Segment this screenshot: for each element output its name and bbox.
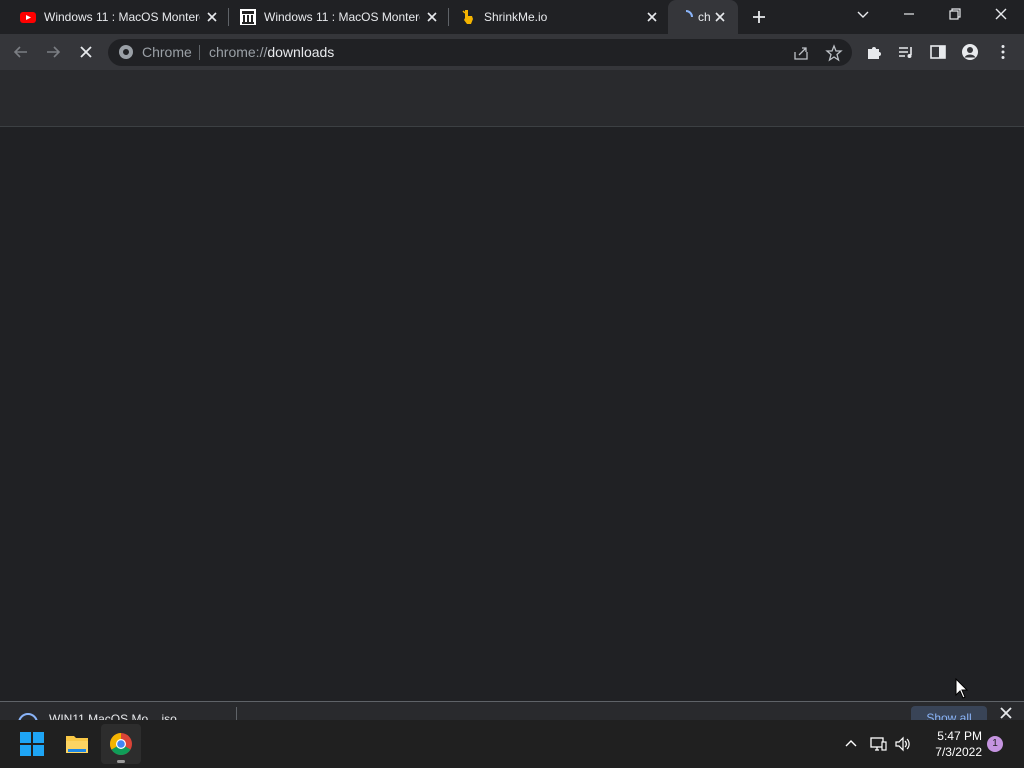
shelf-divider	[236, 707, 237, 720]
windows-taskbar: 5:47 PM 7/3/2022	[0, 720, 1024, 768]
side-panel-icon[interactable]	[929, 43, 947, 61]
pointer-hand-icon	[462, 10, 473, 24]
file-explorer-icon	[66, 736, 88, 753]
tab-title: ShrinkMe.io	[484, 10, 548, 24]
start-button[interactable]	[12, 724, 52, 764]
download-progress-icon	[18, 713, 38, 720]
downloads-shelf: WIN11.MacOS.Mo....iso Show all	[0, 701, 1024, 720]
omnibox-chip-label: Chrome	[142, 44, 192, 60]
url-scheme: chrome://	[209, 44, 268, 60]
restore-icon[interactable]	[946, 5, 964, 23]
profile-avatar-icon[interactable]	[961, 43, 979, 61]
tab-title: chrome://downloads	[698, 10, 710, 24]
tab-title: Windows 11 : MacOS Monterey	[264, 10, 420, 24]
kebab-menu-icon[interactable]	[994, 43, 1012, 61]
close-window-icon[interactable]	[992, 5, 1010, 23]
downloads-page-header	[0, 70, 1024, 127]
downloads-page-body	[0, 127, 1024, 701]
chevron-up-icon[interactable]	[842, 735, 860, 753]
loading-spinner-icon	[685, 10, 693, 18]
show-all-button[interactable]: Show all	[911, 706, 987, 720]
forward-icon[interactable]	[44, 43, 62, 61]
stop-loading-icon[interactable]	[77, 43, 95, 61]
start-icon	[20, 732, 44, 756]
tab-strip: Windows 11 : MacOS Monterey Windows 11 :…	[0, 0, 1024, 34]
new-tab-button[interactable]	[750, 8, 768, 26]
clock-time: 5:47 PM	[937, 729, 982, 743]
system-clock[interactable]: 5:47 PM 7/3/2022	[922, 728, 982, 760]
address-bar[interactable]: Chrome chrome://downloads	[108, 39, 852, 66]
bookmark-star-icon[interactable]	[825, 44, 843, 62]
network-icon[interactable]	[869, 735, 887, 753]
clock-date: 7/3/2022	[935, 745, 982, 759]
close-tab-icon[interactable]	[204, 9, 220, 25]
tab-search-chevron-icon[interactable]	[854, 5, 872, 23]
tab-archive[interactable]: Windows 11 : MacOS Monterey	[220, 0, 448, 34]
media-controls-icon[interactable]	[897, 43, 915, 61]
tab-shrinkme[interactable]: ShrinkMe.io	[440, 0, 668, 34]
minimize-icon[interactable]	[900, 5, 918, 23]
chrome-taskbar-button[interactable]	[101, 724, 141, 764]
chrome-icon	[110, 733, 132, 755]
mouse-cursor-icon	[955, 678, 969, 699]
tab-youtube[interactable]: Windows 11 : MacOS Monterey	[0, 0, 228, 34]
notification-badge[interactable]: 1	[987, 736, 1003, 752]
back-icon[interactable]	[12, 43, 30, 61]
youtube-icon	[20, 12, 36, 23]
browser-toolbar: Chrome chrome://downloads	[0, 34, 1024, 70]
close-tab-icon[interactable]	[424, 9, 440, 25]
omnibox-url[interactable]: chrome://downloads	[209, 45, 334, 60]
share-icon[interactable]	[792, 44, 810, 62]
tab-downloads[interactable]: chrome://downloads	[668, 0, 738, 34]
active-app-indicator	[117, 760, 125, 763]
file-explorer-button[interactable]	[57, 724, 97, 764]
url-host: downloads	[267, 44, 335, 60]
close-shelf-icon[interactable]	[998, 705, 1014, 720]
omnibox-divider	[199, 45, 200, 60]
extensions-puzzle-icon[interactable]	[865, 43, 883, 61]
download-file-name[interactable]: WIN11.MacOS.Mo....iso	[49, 712, 177, 720]
volume-icon[interactable]	[894, 735, 912, 753]
tab-title: Windows 11 : MacOS Monterey	[44, 10, 200, 24]
archive-icon	[240, 9, 256, 25]
chrome-logo-icon	[119, 45, 133, 59]
close-tab-icon[interactable]	[712, 9, 728, 25]
close-tab-icon[interactable]	[644, 9, 660, 25]
